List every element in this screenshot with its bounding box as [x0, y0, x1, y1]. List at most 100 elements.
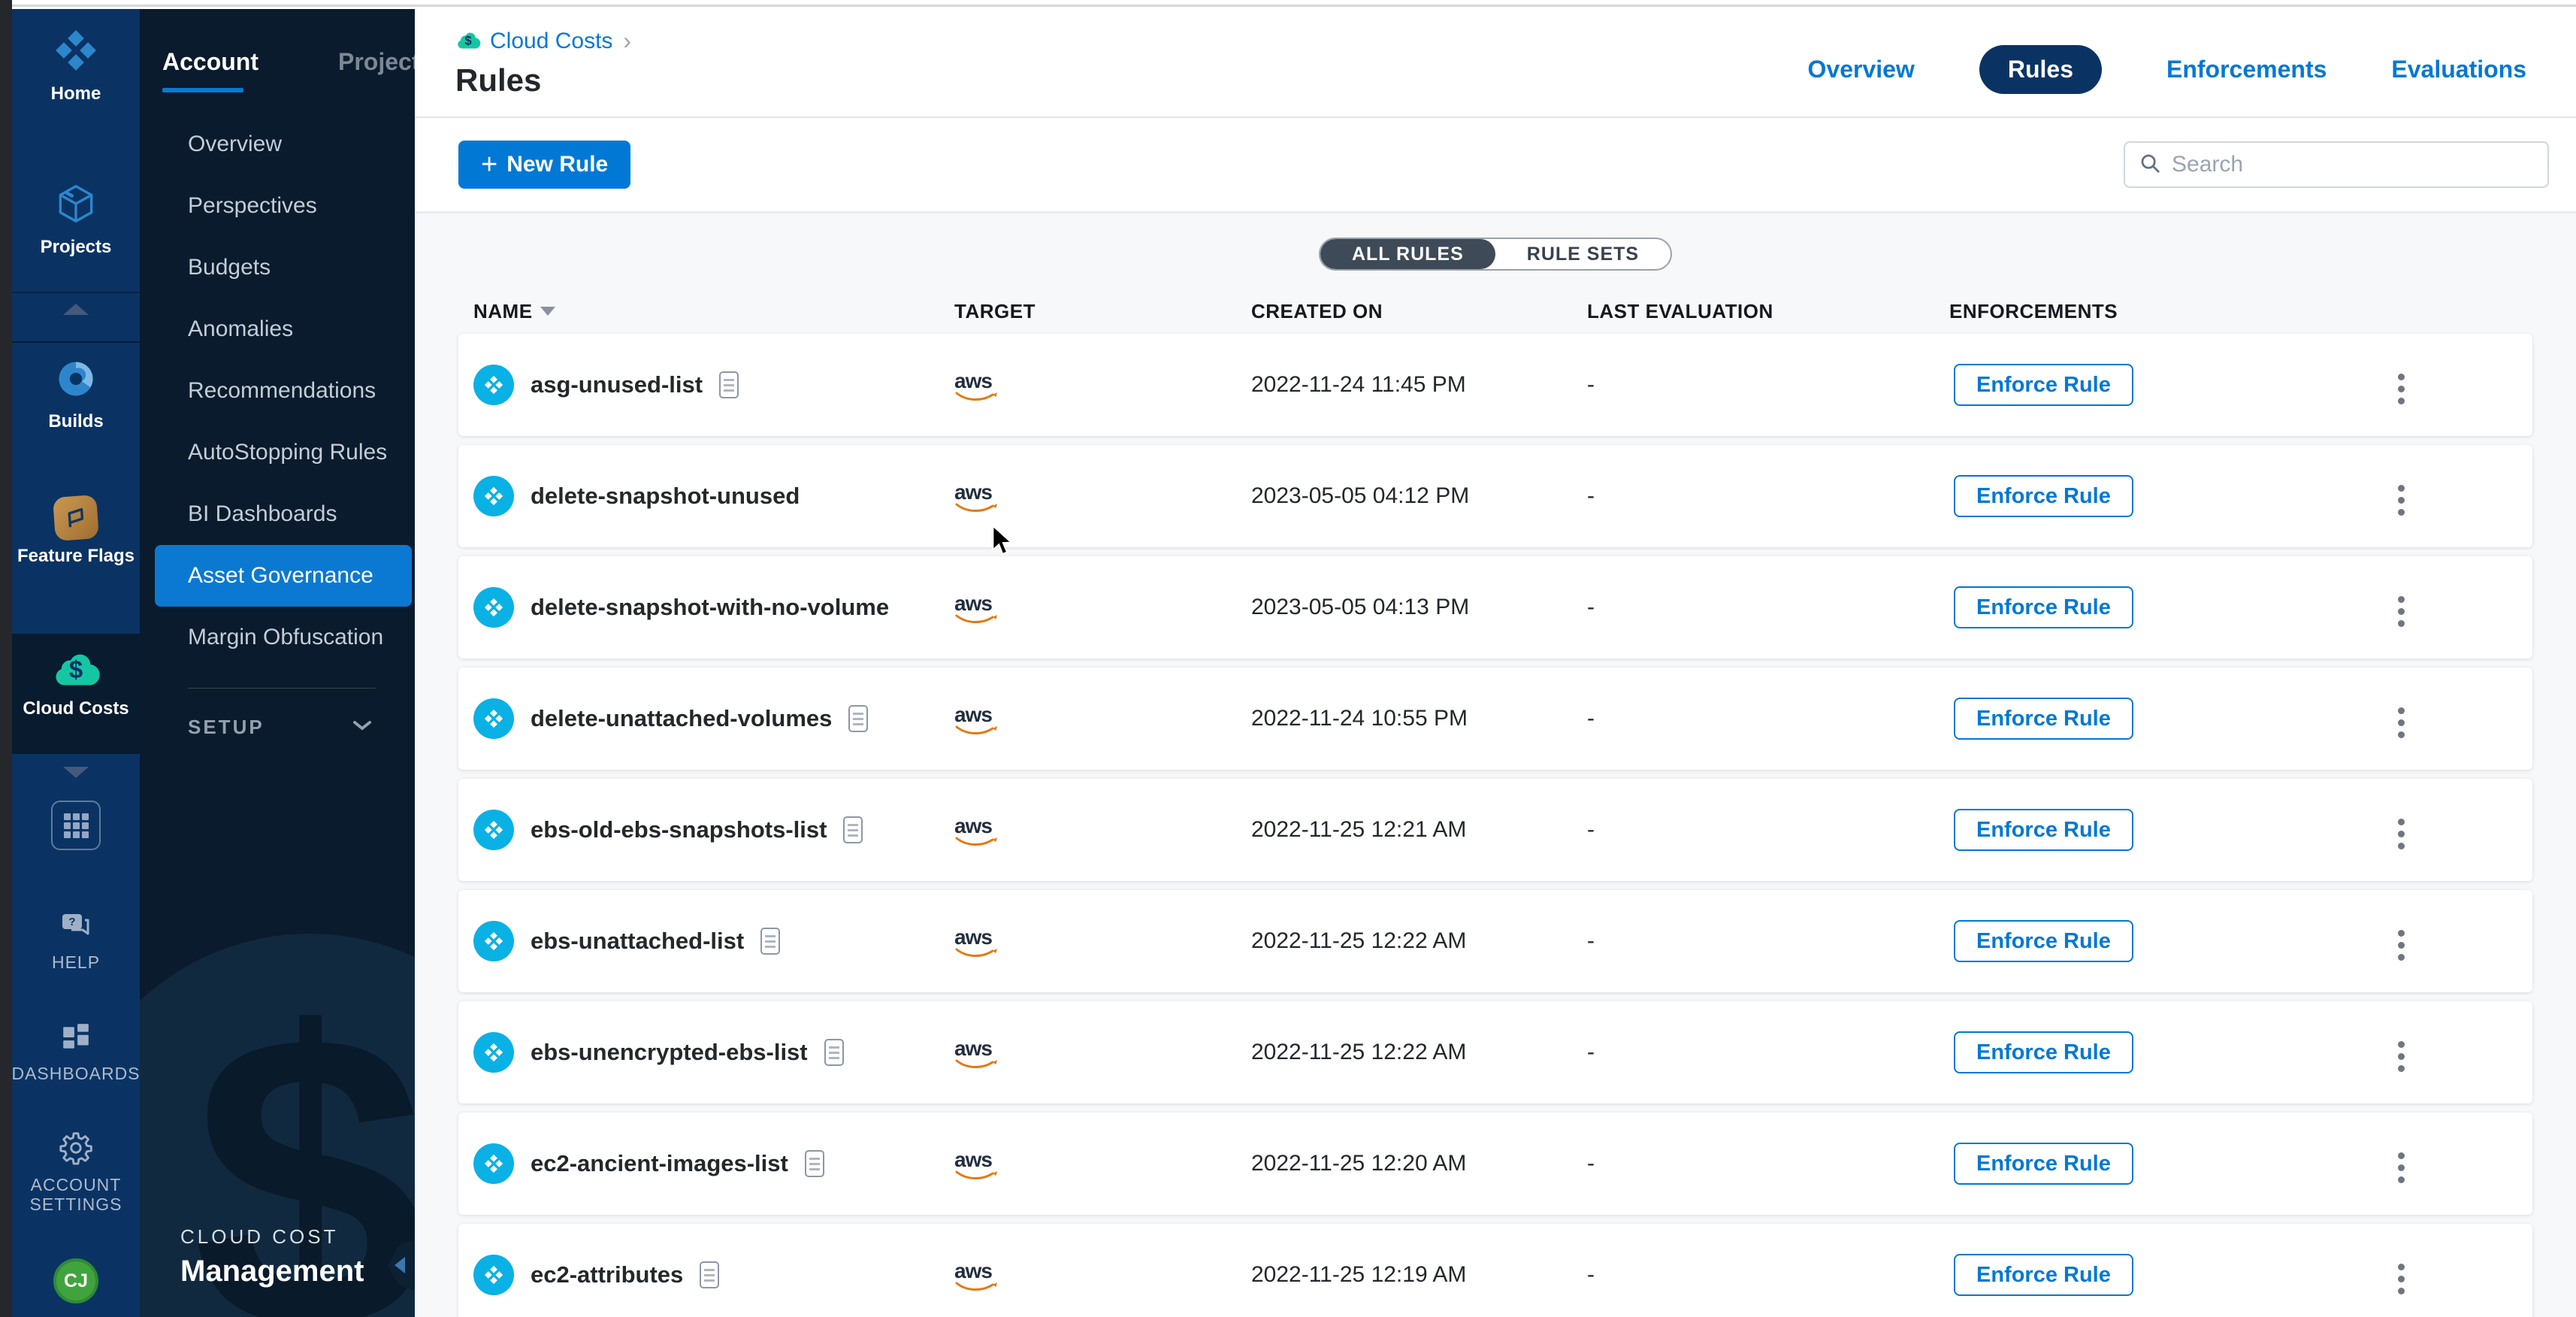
table-row[interactable]: delete-snapshot-with-no-volume aws 2023-…	[458, 556, 2532, 658]
rule-doc-icon[interactable]	[700, 1261, 719, 1288]
grid-icon	[64, 813, 89, 838]
sidebar-item-margin-obfuscation[interactable]: Margin Obfuscation	[140, 607, 415, 668]
tab-account[interactable]: Account	[162, 48, 259, 92]
enforce-rule-button[interactable]: Enforce Rule	[1954, 1031, 2133, 1073]
rail-scroll-up[interactable]	[12, 304, 140, 315]
rule-name[interactable]: ec2-ancient-images-list	[531, 1150, 788, 1177]
home-icon	[53, 27, 99, 77]
rule-name[interactable]: delete-snapshot-with-no-volume	[531, 594, 889, 621]
rule-doc-icon[interactable]	[760, 928, 780, 955]
kebab-menu-icon[interactable]	[2393, 925, 2409, 965]
kebab-menu-icon[interactable]	[2393, 1148, 2409, 1188]
rail-divider	[12, 341, 140, 343]
column-header-name[interactable]: NAME	[473, 300, 954, 323]
toggle-rule-sets[interactable]: RULE SETS	[1495, 239, 1670, 269]
rule-name[interactable]: ebs-unattached-list	[531, 928, 744, 955]
search-box[interactable]	[2124, 141, 2549, 188]
rail-item-account-settings[interactable]: ACCOUNT SETTINGS	[12, 1131, 140, 1215]
rail-item-help[interactable]: ? HELP	[12, 910, 140, 972]
enforce-rule-button[interactable]: Enforce Rule	[1954, 809, 2133, 851]
aws-logo-icon: aws	[954, 1038, 999, 1070]
enforce-rule-button[interactable]: Enforce Rule	[1954, 698, 2133, 740]
rule-name[interactable]: ec2-attributes	[531, 1261, 683, 1288]
tab-evaluations[interactable]: Evaluations	[2391, 56, 2526, 83]
rule-name[interactable]: asg-unused-list	[531, 371, 703, 398]
rule-doc-icon[interactable]	[824, 1039, 844, 1066]
rail-scroll-down[interactable]	[12, 767, 140, 778]
tab-project[interactable]: Project	[338, 48, 415, 92]
breadcrumb-cloud-costs-link[interactable]: Cloud Costs	[490, 29, 612, 54]
table-row[interactable]: ebs-unencrypted-ebs-list aws 2022-11-25 …	[458, 1001, 2532, 1104]
created-on-value: 2023-05-05 04:12 PM	[1251, 483, 1587, 509]
cloud-costs-sidebar: Account Project Overview Perspectives Bu…	[140, 9, 415, 1317]
kebab-menu-icon[interactable]	[2393, 703, 2409, 743]
sidebar-item-autostopping-rules[interactable]: AutoStopping Rules	[140, 422, 415, 483]
module-nav-rail: Home Projects Builds	[12, 9, 140, 1317]
rule-name[interactable]: delete-unattached-volumes	[531, 705, 832, 732]
aws-logo-icon: aws	[954, 593, 999, 625]
setup-section-toggle[interactable]: SETUP	[140, 716, 415, 739]
table-row[interactable]: ec2-ancient-images-list aws 2022-11-25 1…	[458, 1113, 2532, 1215]
table-row[interactable]: ebs-unattached-list aws 2022-11-25 12:22…	[458, 890, 2532, 992]
enforce-rule-button[interactable]: Enforce Rule	[1954, 586, 2133, 628]
user-avatar[interactable]: CJ	[53, 1258, 98, 1303]
rule-name[interactable]: ebs-old-ebs-snapshots-list	[531, 816, 827, 843]
sidebar-item-bi-dashboards[interactable]: BI Dashboards	[140, 483, 415, 545]
rail-item-home[interactable]: Home	[12, 27, 140, 104]
table-header: NAME TARGET CREATED ON LAST EVALUATION E…	[458, 290, 2532, 332]
rail-item-projects[interactable]: Projects	[12, 180, 140, 258]
enforce-rule-button[interactable]: Enforce Rule	[1954, 475, 2133, 517]
enforce-rule-button[interactable]: Enforce Rule	[1954, 364, 2133, 406]
rail-item-feature-flags[interactable]: Feature Flags	[12, 496, 140, 567]
rail-item-cloud-costs[interactable]: $ Cloud Costs	[12, 646, 140, 719]
created-on-value: 2023-05-05 04:13 PM	[1251, 595, 1587, 620]
search-input[interactable]	[2172, 152, 2534, 177]
last-evaluation-value: -	[1587, 928, 1949, 954]
table-row[interactable]: delete-unattached-volumes aws 2022-11-24…	[458, 668, 2532, 770]
column-header-target: TARGET	[954, 300, 1251, 323]
rule-icon	[473, 1143, 514, 1184]
last-evaluation-value: -	[1587, 1040, 1949, 1065]
kebab-menu-icon[interactable]	[2393, 592, 2409, 631]
scope-tabs: Account Project	[140, 9, 415, 92]
table-row[interactable]: asg-unused-list aws 2022-11-24 11:45 PM …	[458, 334, 2532, 436]
kebab-menu-icon[interactable]	[2393, 369, 2409, 409]
sidebar-item-perspectives[interactable]: Perspectives	[140, 175, 415, 237]
enforce-rule-button[interactable]: Enforce Rule	[1954, 1254, 2133, 1296]
module-picker-button[interactable]	[51, 801, 101, 850]
rule-name[interactable]: delete-snapshot-unused	[531, 483, 800, 510]
sidebar-item-overview[interactable]: Overview	[140, 114, 415, 175]
rule-doc-icon[interactable]	[848, 705, 868, 732]
kebab-menu-icon[interactable]	[2393, 1037, 2409, 1076]
table-row[interactable]: ec2-attributes aws 2022-11-25 12:19 AM -…	[458, 1224, 2532, 1317]
sidebar-item-budgets[interactable]: Budgets	[140, 237, 415, 298]
main-content: $ Cloud Costs › Rules Overview Rules Enf…	[415, 9, 2576, 1317]
rail-item-dashboards[interactable]: DASHBOARDS	[12, 1022, 140, 1083]
table-row[interactable]: delete-snapshot-unused aws 2023-05-05 04…	[458, 445, 2532, 547]
enforce-rule-button[interactable]: Enforce Rule	[1954, 920, 2133, 962]
tab-enforcements[interactable]: Enforcements	[2166, 56, 2327, 83]
sidebar-item-recommendations[interactable]: Recommendations	[140, 360, 415, 422]
rule-doc-icon[interactable]	[719, 371, 739, 398]
enforce-rule-button[interactable]: Enforce Rule	[1954, 1143, 2133, 1185]
new-rule-button[interactable]: + New Rule	[458, 141, 630, 189]
toggle-all-rules[interactable]: ALL RULES	[1320, 239, 1495, 269]
kebab-menu-icon[interactable]	[2393, 480, 2409, 520]
rule-doc-icon[interactable]	[843, 816, 863, 843]
sidebar-item-asset-governance[interactable]: Asset Governance	[155, 545, 412, 607]
help-icon: ?	[58, 910, 94, 946]
created-on-value: 2022-11-25 12:19 AM	[1251, 1262, 1587, 1288]
created-on-value: 2022-11-24 11:45 PM	[1251, 372, 1587, 398]
sidebar-item-anomalies[interactable]: Anomalies	[140, 298, 415, 360]
aws-logo-icon: aws	[954, 1149, 999, 1181]
rule-doc-icon[interactable]	[805, 1150, 824, 1177]
rule-name[interactable]: ebs-unencrypted-ebs-list	[531, 1039, 808, 1066]
kebab-menu-icon[interactable]	[2393, 1259, 2409, 1299]
sidebar-menu: Overview Perspectives Budgets Anomalies …	[140, 114, 415, 668]
tab-rules[interactable]: Rules	[1979, 45, 2102, 94]
last-evaluation-value: -	[1587, 1262, 1949, 1288]
kebab-menu-icon[interactable]	[2393, 814, 2409, 854]
table-row[interactable]: ebs-old-ebs-snapshots-list aws 2022-11-2…	[458, 779, 2532, 881]
rail-item-builds[interactable]: Builds	[12, 356, 140, 432]
tab-overview[interactable]: Overview	[1808, 56, 1915, 83]
